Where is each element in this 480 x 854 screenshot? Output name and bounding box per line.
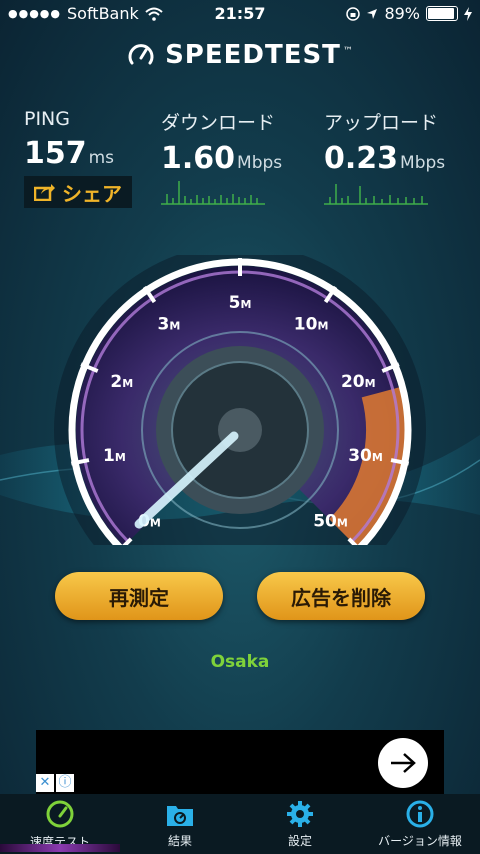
ad-banner[interactable] [36, 730, 444, 794]
ping-label: PING [24, 108, 70, 130]
results-folder-icon [167, 805, 193, 826]
tab-settings-label: 設定 [287, 833, 312, 848]
upload-unit: Mbps [400, 153, 446, 173]
download-value-row: 1.60 Mbps [161, 141, 282, 176]
gear-icon [287, 800, 313, 827]
ad-arrow-button[interactable] [378, 738, 428, 788]
share-label: シェア [62, 181, 122, 206]
ad-close-icon[interactable]: ✕ [36, 774, 54, 792]
ad-info-icon[interactable]: ⓘ [56, 774, 74, 792]
ad-choices[interactable]: ✕ ⓘ [36, 774, 74, 794]
speed-gauge: 0M1M2M3M5M10M20M30M50M [0, 255, 480, 545]
download-label: ダウンロード [161, 112, 276, 134]
retest-button[interactable]: 再測定 [55, 572, 223, 620]
upload-stat: アップロード 0.23 Mbps [324, 108, 445, 176]
arrow-right-icon [391, 753, 416, 773]
ping-value-row: 157 ms [24, 136, 114, 171]
download-stat: ダウンロード 1.60 Mbps [161, 108, 282, 176]
speedtest-logo: SPEEDTEST ™ [0, 40, 480, 70]
rotation-lock-icon [346, 6, 361, 21]
info-icon [406, 800, 434, 827]
brand-name: SPEEDTEST [165, 40, 341, 70]
tab-version-info[interactable]: バージョン情報 [360, 794, 480, 854]
upload-value-row: 0.23 Mbps [324, 141, 445, 176]
share-button[interactable]: シェア [24, 176, 132, 208]
tab-version-info-label: バージョン情報 [378, 833, 462, 848]
remove-ads-button[interactable]: 広告を削除 [257, 572, 425, 620]
tab-speed-test[interactable]: 速度テスト [0, 794, 120, 854]
tab-speed-test-label: 速度テスト [29, 834, 90, 849]
charging-icon [464, 6, 472, 21]
download-sparkline [161, 181, 265, 205]
ping-value: 157 [24, 136, 87, 171]
speedometer-icon [46, 800, 74, 827]
upload-value: 0.23 [324, 141, 399, 176]
upload-label: アップロード [324, 112, 439, 134]
ping-unit: ms [88, 148, 115, 168]
battery-icon [426, 6, 458, 21]
tab-settings[interactable]: 設定 [240, 794, 360, 854]
brand-tm: ™ [342, 46, 353, 57]
tab-results-label: 結果 [167, 833, 192, 848]
battery-percent: 89% [384, 4, 420, 23]
location-icon [367, 8, 378, 19]
ping-stat: PING 157 ms [24, 108, 114, 171]
retest-label: 再測定 [109, 585, 169, 610]
speedometer-logo-icon [128, 44, 154, 65]
share-icon [34, 184, 55, 201]
tab-results[interactable]: 結果 [120, 794, 240, 854]
server-location[interactable]: Osaka [0, 652, 480, 672]
remove-ads-label: 広告を削除 [291, 585, 391, 610]
upload-sparkline [324, 184, 428, 205]
download-unit: Mbps [237, 153, 283, 173]
status-bar: ●●●●● SoftBank 21:57 89% [0, 0, 480, 28]
tab-bar: 速度テスト 結果 設定 バージョン情報 [0, 794, 480, 854]
download-value: 1.60 [161, 141, 236, 176]
